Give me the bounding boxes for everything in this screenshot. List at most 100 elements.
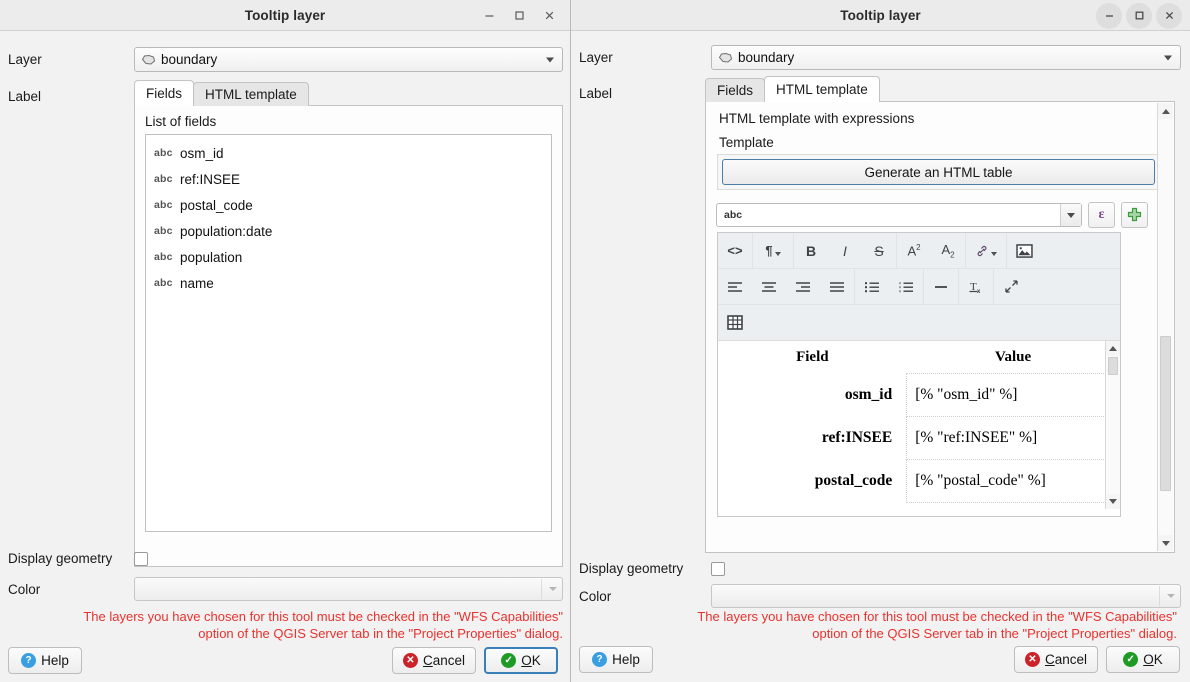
cancel-button[interactable]: ✕ Cancel — [1013, 646, 1098, 673]
help-button[interactable]: ? Help — [579, 646, 653, 673]
tab-html-template[interactable]: HTML template — [193, 82, 309, 106]
scroll-down-icon[interactable] — [1158, 535, 1173, 551]
list-item[interactable]: abc name — [146, 270, 551, 296]
clear-formatting-icon[interactable]: Tx — [959, 269, 993, 305]
cancel-icon: ✕ — [402, 653, 418, 668]
toolbar-group-source: <> — [718, 233, 753, 269]
tabs-container-left: Fields HTML template List of fields abc … — [134, 80, 563, 567]
align-justify-icon[interactable] — [820, 269, 854, 305]
abc-type-icon: abc — [154, 225, 173, 237]
insert-image-icon[interactable] — [1007, 233, 1041, 269]
plus-icon — [1127, 207, 1142, 221]
minimize-icon[interactable] — [476, 3, 502, 29]
bold-icon[interactable]: B — [794, 233, 828, 269]
color-separator — [541, 579, 542, 599]
wfs-warning-right: The layers you have chosen for this tool… — [579, 608, 1177, 642]
titlebar-right: Tooltip layer — [571, 0, 1190, 31]
html-template-panel-scrollbar[interactable] — [1157, 103, 1173, 551]
list-item[interactable]: abc ref:INSEE — [146, 166, 551, 192]
strikethrough-icon[interactable]: S — [862, 233, 896, 269]
dialog-buttons-right: ✕ Cancel ✓ OK — [1013, 646, 1180, 673]
tab-html-template[interactable]: HTML template — [764, 76, 880, 102]
display-geometry-label: Display geometry — [579, 561, 684, 576]
preview-scrollbar[interactable] — [1105, 341, 1120, 509]
color-combobox[interactable] — [711, 584, 1181, 608]
list-item[interactable]: abc population:date — [146, 218, 551, 244]
scroll-up-icon[interactable] — [1158, 103, 1173, 119]
ok-button[interactable]: ✓ OK — [1106, 646, 1180, 673]
numbered-list-icon[interactable] — [889, 269, 923, 305]
paragraph-format-icon[interactable]: ¶ — [753, 233, 793, 269]
bullet-list-icon[interactable] — [855, 269, 889, 305]
chevron-down-icon — [991, 252, 997, 256]
align-right-icon[interactable] — [786, 269, 820, 305]
window-title: Tooltip layer — [244, 7, 326, 23]
layer-value: boundary — [161, 52, 218, 67]
subscript-icon[interactable]: A2 — [931, 233, 965, 269]
help-button-wrap-right: ? Help — [579, 646, 653, 673]
toolbar-group-align — [718, 268, 855, 305]
horizontal-rule-icon[interactable] — [924, 269, 958, 305]
generate-html-table-label: Generate an HTML table — [864, 164, 1013, 180]
layer-combobox[interactable]: boundary — [711, 45, 1181, 70]
align-left-icon[interactable] — [718, 269, 752, 305]
tab-fields[interactable]: Fields — [705, 78, 766, 102]
insert-expression-button[interactable] — [1121, 202, 1148, 228]
expression-row: abc ε — [716, 202, 1148, 228]
html-editor[interactable]: <> ¶ B I S A2 A2 T x Field Value osm_id … — [717, 232, 1121, 517]
link-icon[interactable] — [966, 233, 1006, 269]
tabstrip-right: Fields HTML template — [705, 76, 1175, 102]
insert-table-icon[interactable] — [718, 305, 752, 341]
dialog-buttons-left: ✕ Cancel ✓ OK — [391, 647, 558, 674]
list-item[interactable]: abc osm_id — [146, 140, 551, 166]
cancel-button[interactable]: ✕ Cancel — [391, 647, 476, 674]
close-icon[interactable] — [536, 3, 562, 29]
chevron-down-icon[interactable] — [1060, 204, 1081, 226]
ok-button[interactable]: ✓ OK — [484, 647, 558, 674]
column-header-field: Field — [796, 349, 829, 366]
layer-combobox[interactable]: boundary — [134, 47, 563, 72]
maximize-icon[interactable] — [1126, 2, 1152, 29]
scroll-up-icon[interactable] — [1106, 341, 1120, 356]
list-item[interactable]: abc postal_code — [146, 192, 551, 218]
help-icon: ? — [592, 652, 608, 667]
superscript-icon[interactable]: A2 — [897, 233, 931, 269]
fullscreen-icon[interactable] — [994, 269, 1028, 305]
label-label: Label — [579, 86, 613, 101]
minimize-icon[interactable] — [1096, 2, 1122, 29]
toolbar-group-paragraph: ¶ — [753, 233, 794, 269]
polygon-layer-icon — [718, 52, 733, 64]
maximize-icon[interactable] — [506, 3, 532, 29]
color-combobox[interactable] — [134, 577, 563, 601]
panel-heading: HTML template with expressions Template — [706, 102, 1174, 150]
panel-scroll-thumb[interactable] — [1160, 336, 1171, 491]
expression-builder-button[interactable]: ε — [1088, 202, 1115, 228]
source-code-icon[interactable]: <> — [718, 233, 752, 269]
list-item[interactable]: abc population — [146, 244, 551, 270]
close-icon[interactable] — [1156, 2, 1182, 29]
preview-scroll-thumb[interactable] — [1108, 357, 1118, 375]
tab-fields[interactable]: Fields — [134, 80, 195, 106]
ok-icon: ✓ — [501, 653, 517, 668]
chevron-down-icon — [774, 252, 781, 256]
layer-label: Layer — [8, 52, 42, 67]
template-label: Template — [719, 135, 774, 150]
display-geometry-checkbox[interactable] — [134, 551, 148, 566]
generate-html-table-button[interactable]: Generate an HTML table — [722, 159, 1155, 185]
fields-listbox[interactable]: abc osm_id abc ref:INSEE abc postal_code… — [145, 134, 552, 532]
warning-line-2: option of the QGIS Server tab in the "Pr… — [812, 626, 1177, 641]
toolbar-group-table — [718, 305, 752, 341]
color-row-left: Color — [8, 577, 563, 601]
italic-icon[interactable]: I — [828, 233, 862, 269]
html-preview-area[interactable]: Field Value osm_id [% "osm_id" %] ref:IN… — [718, 341, 1120, 509]
align-center-icon[interactable] — [752, 269, 786, 305]
toolbar-group-fullscreen — [994, 269, 1028, 305]
display-geometry-checkbox[interactable] — [711, 561, 725, 576]
help-button[interactable]: ? Help — [8, 647, 82, 674]
list-of-fields-label: List of fields — [145, 114, 217, 129]
display-geometry-label: Display geometry — [8, 551, 113, 566]
color-separator — [1159, 586, 1160, 606]
expression-combobox[interactable]: abc — [716, 203, 1082, 227]
scroll-down-icon[interactable] — [1106, 494, 1120, 509]
tabstrip-left: Fields HTML template — [134, 80, 563, 106]
